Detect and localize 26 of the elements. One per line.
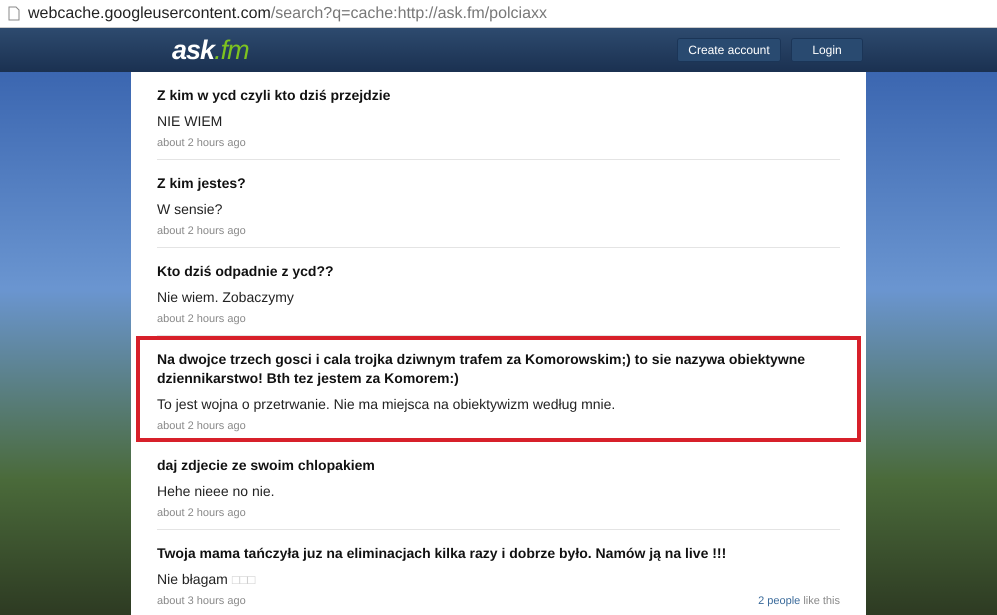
answer-text: Hehe nieee no nie. bbox=[157, 483, 276, 499]
answer-text: W sensie? bbox=[157, 201, 224, 217]
timestamp: about 2 hours ago bbox=[157, 420, 246, 432]
timestamp: about 2 hours ago bbox=[157, 313, 246, 325]
answer-text: To jest wojna o przetrwanie. Nie ma miejsca na obiektywizm według mnie. bbox=[157, 396, 616, 412]
timestamp: about 3 hours ago bbox=[157, 595, 246, 607]
question-text: Twoja mama tańczyła juz na eliminacjach kilka razy i dobrze było. Namów ją na live !!! bbox=[157, 544, 728, 563]
likes-text: like this bbox=[803, 595, 840, 607]
create-account-button[interactable]: Create account bbox=[677, 38, 781, 62]
answer-text: Nie wiem. Zobaczymy bbox=[157, 289, 295, 305]
page-icon bbox=[8, 6, 20, 21]
answer-text: Nie błagam □□□ bbox=[157, 571, 256, 587]
answer-text: NIE WIEM bbox=[157, 113, 224, 129]
question-text: Na dwojce trzech gosci i cala trojka dziwnym trafem za Komorowskim;) to sie nazywa obiektywne dziennikarstwo! Bth tez jestem za Komorem:) bbox=[157, 350, 806, 388]
logo[interactable]: ask.fm bbox=[172, 34, 667, 66]
question-text: Z kim w ycd czyli kto dziś przejdzie bbox=[157, 86, 392, 105]
login-button[interactable]: Login bbox=[791, 38, 863, 62]
question-text: Kto dziś odpadnie z ycd?? bbox=[157, 262, 335, 281]
timestamp: about 2 hours ago bbox=[157, 507, 246, 519]
question-text: daj zdjecie ze swoim chlopakiem bbox=[157, 456, 376, 475]
url-host: webcache.googleusercontent.com bbox=[28, 4, 271, 22]
timestamp: about 2 hours ago bbox=[157, 137, 246, 149]
question-text: Z kim jestes? bbox=[157, 174, 247, 193]
url-path: /search?q=cache:http://ask.fm/polciaxx bbox=[270, 4, 547, 22]
timestamp: about 2 hours ago bbox=[157, 225, 246, 237]
likes-link[interactable]: 2 people bbox=[758, 595, 800, 607]
